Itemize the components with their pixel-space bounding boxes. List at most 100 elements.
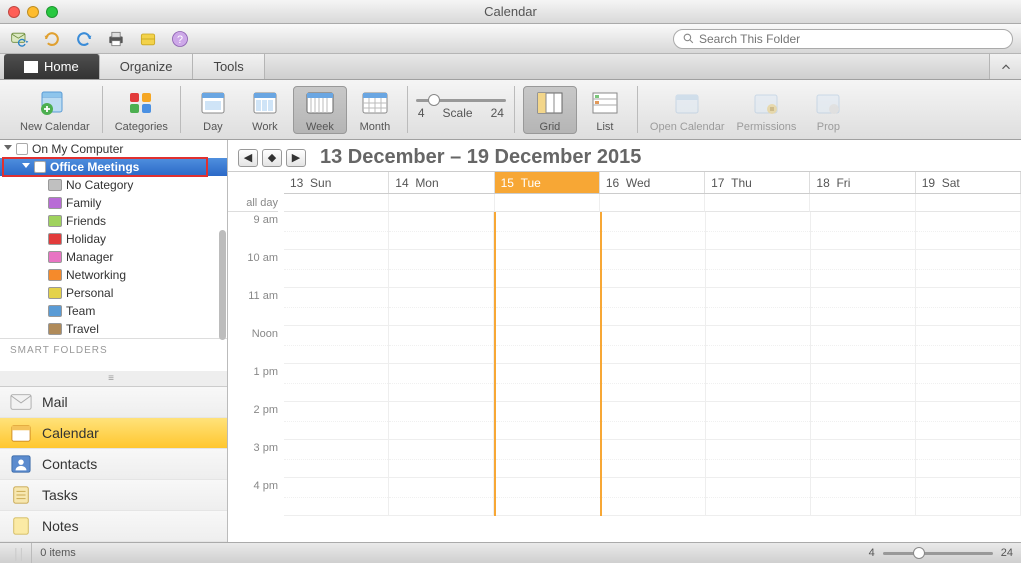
print-button[interactable] xyxy=(104,27,128,51)
time-slot[interactable] xyxy=(389,402,493,440)
time-slot[interactable] xyxy=(706,212,810,250)
time-slot[interactable] xyxy=(811,326,915,364)
time-slot[interactable] xyxy=(706,402,810,440)
time-slot[interactable] xyxy=(496,326,600,364)
allday-cell[interactable] xyxy=(600,194,705,212)
day-column[interactable] xyxy=(706,212,811,516)
tab-home[interactable]: Home xyxy=(4,54,100,79)
zoom-slider[interactable] xyxy=(883,552,993,555)
time-slot[interactable] xyxy=(811,402,915,440)
view-month-button[interactable]: Month xyxy=(351,87,399,133)
undo-button[interactable] xyxy=(40,27,64,51)
time-slot[interactable] xyxy=(284,250,388,288)
allday-cell[interactable] xyxy=(495,194,600,212)
time-slot[interactable] xyxy=(706,440,810,478)
today-button[interactable]: ◆ xyxy=(262,149,282,167)
view-week-button[interactable]: Week xyxy=(293,86,347,134)
time-slot[interactable] xyxy=(284,288,388,326)
time-slot[interactable] xyxy=(602,326,706,364)
sidebar-handle[interactable]: || xyxy=(8,543,32,563)
allday-cell[interactable] xyxy=(810,194,915,212)
tree-category-item[interactable]: Holiday xyxy=(0,230,227,248)
tree-category-item[interactable]: Personal xyxy=(0,284,227,302)
time-slot[interactable] xyxy=(389,288,493,326)
time-slot[interactable] xyxy=(389,440,493,478)
redo-button[interactable] xyxy=(72,27,96,51)
day-column[interactable] xyxy=(389,212,494,516)
nav-calendar[interactable]: Calendar xyxy=(0,418,227,449)
time-slot[interactable] xyxy=(496,364,600,402)
time-slot[interactable] xyxy=(706,478,810,516)
time-slot[interactable] xyxy=(602,250,706,288)
time-slot[interactable] xyxy=(916,250,1020,288)
time-slot[interactable] xyxy=(811,250,915,288)
time-slot[interactable] xyxy=(811,440,915,478)
time-slot[interactable] xyxy=(284,364,388,402)
search-input[interactable] xyxy=(699,32,1004,46)
pane-splitter[interactable]: ≡ xyxy=(0,371,227,386)
nav-notes[interactable]: Notes xyxy=(0,511,227,542)
day-header[interactable]: 13 Sun xyxy=(284,172,389,193)
new-calendar-button[interactable]: New Calendar xyxy=(16,87,94,133)
day-header[interactable]: 17 Thu xyxy=(705,172,810,193)
tab-organize[interactable]: Organize xyxy=(100,54,194,79)
day-column[interactable] xyxy=(494,212,602,516)
time-slot[interactable] xyxy=(706,288,810,326)
day-header[interactable]: 16 Wed xyxy=(600,172,705,193)
time-slot[interactable] xyxy=(496,402,600,440)
time-slot[interactable] xyxy=(811,364,915,402)
time-slot[interactable] xyxy=(706,250,810,288)
time-slot[interactable] xyxy=(389,326,493,364)
time-slot[interactable] xyxy=(916,326,1020,364)
time-slot[interactable] xyxy=(602,288,706,326)
checkbox[interactable] xyxy=(16,143,28,155)
tree-category-item[interactable]: Family xyxy=(0,194,227,212)
open-calendar-button[interactable]: Open Calendar xyxy=(646,87,729,133)
time-slot[interactable] xyxy=(811,212,915,250)
day-column[interactable] xyxy=(916,212,1021,516)
time-slot[interactable] xyxy=(284,212,388,250)
tree-category-item[interactable]: Networking xyxy=(0,266,227,284)
time-slot[interactable] xyxy=(602,212,706,250)
time-slot[interactable] xyxy=(284,326,388,364)
properties-button[interactable]: Prop xyxy=(804,87,852,133)
time-slot[interactable] xyxy=(916,478,1020,516)
time-slot[interactable] xyxy=(916,440,1020,478)
tree-office-meetings[interactable]: Office Meetings xyxy=(0,158,227,176)
list-view-button[interactable]: List xyxy=(581,87,629,133)
time-slot[interactable] xyxy=(284,440,388,478)
time-slot[interactable] xyxy=(496,288,600,326)
allday-cell[interactable] xyxy=(705,194,810,212)
disclosure-triangle-icon[interactable] xyxy=(22,163,30,172)
time-slot[interactable] xyxy=(811,478,915,516)
time-slot[interactable] xyxy=(496,440,600,478)
time-slot[interactable] xyxy=(496,212,600,250)
time-slot[interactable] xyxy=(602,440,706,478)
time-slot[interactable] xyxy=(811,288,915,326)
view-day-button[interactable]: Day xyxy=(189,87,237,133)
tree-category-item[interactable]: Manager xyxy=(0,248,227,266)
tree-category-item[interactable]: No Category xyxy=(0,176,227,194)
time-slot[interactable] xyxy=(496,250,600,288)
nav-contacts[interactable]: Contacts xyxy=(0,449,227,480)
day-column[interactable] xyxy=(811,212,916,516)
day-header[interactable]: 18 Fri xyxy=(810,172,915,193)
scale-slider[interactable] xyxy=(416,99,506,102)
day-header[interactable]: 15 Tue xyxy=(495,172,600,193)
tree-category-item[interactable]: Team xyxy=(0,302,227,320)
disclosure-triangle-icon[interactable] xyxy=(4,145,12,154)
slider-thumb[interactable] xyxy=(913,547,925,559)
allday-cell[interactable] xyxy=(389,194,494,212)
time-slot[interactable] xyxy=(602,364,706,402)
time-slot[interactable] xyxy=(916,288,1020,326)
scrollbar-thumb[interactable] xyxy=(219,230,226,340)
tree-category-item[interactable]: Friends xyxy=(0,212,227,230)
time-slot[interactable] xyxy=(916,212,1020,250)
day-header[interactable]: 19 Sat xyxy=(916,172,1021,193)
tab-tools[interactable]: Tools xyxy=(193,54,264,79)
tree-category-item[interactable]: Travel xyxy=(0,320,227,338)
time-slot[interactable] xyxy=(706,364,810,402)
toolbox-button[interactable] xyxy=(136,27,160,51)
time-slot[interactable] xyxy=(389,212,493,250)
time-slot[interactable] xyxy=(916,364,1020,402)
